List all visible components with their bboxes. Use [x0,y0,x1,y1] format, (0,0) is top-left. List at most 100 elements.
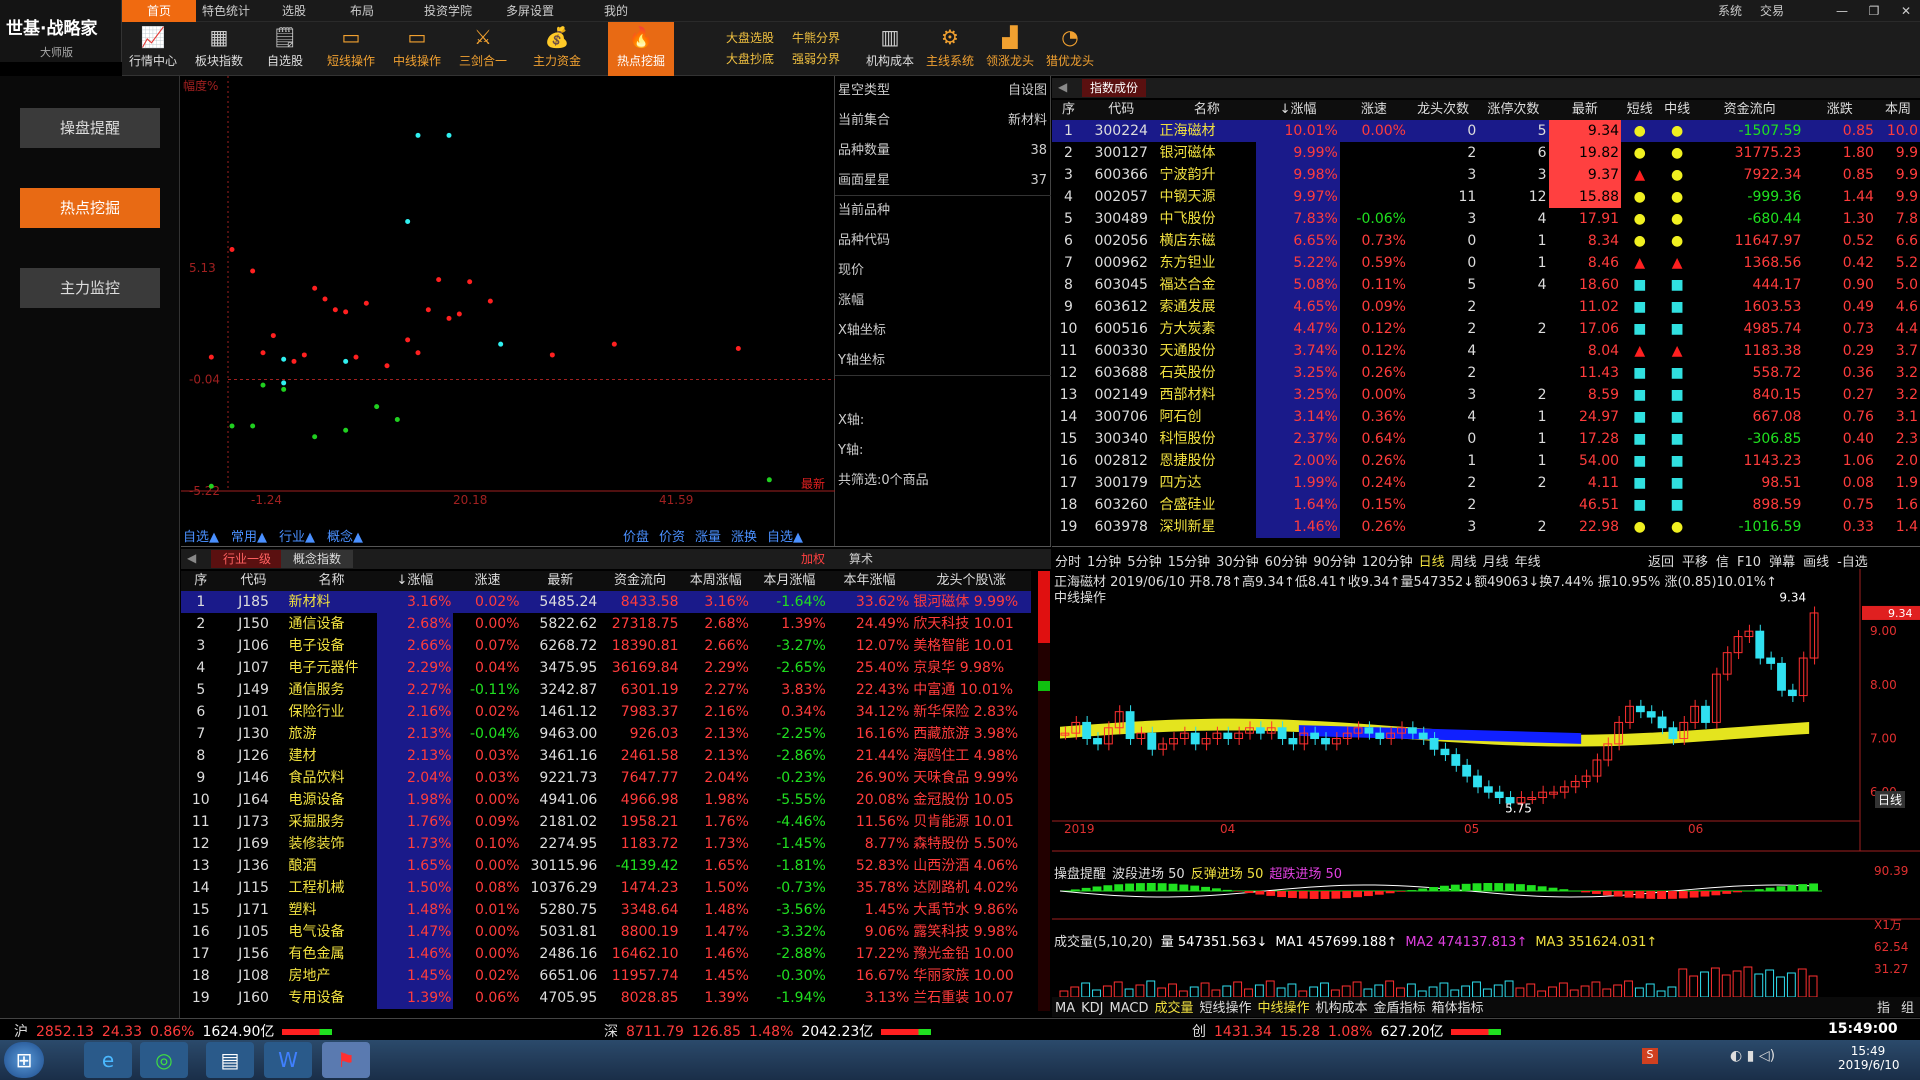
candle-body[interactable] [1722,652,1732,675]
cyan-star-point[interactable] [498,341,504,347]
red-star-point[interactable] [312,285,318,291]
red-star-point[interactable] [467,279,473,285]
indicator-tab[interactable]: MACD [1109,1001,1148,1016]
table-row[interactable]: 5 300489 中飞股份 7.83% -0.06% 3 4 17.91 ● ● -680.44 1.… [1052,208,1920,230]
candle-body[interactable] [1603,743,1613,761]
column-header[interactable]: 资金流向 [599,571,681,591]
red-star-point[interactable] [363,300,369,306]
green-star-point[interactable] [766,477,772,483]
red-star-point[interactable] [405,337,411,343]
table-row[interactable]: 9 J146 食品饮料 2.04% 0.03% 9221.73 7647.77 2.04% -0… [181,767,1031,789]
candle-body[interactable] [1201,738,1211,745]
kline-control-button[interactable]: 弹幕 [1769,555,1795,570]
candle-body[interactable] [1798,657,1808,697]
candle-body[interactable] [1494,791,1504,799]
column-header[interactable]: 中线 [1658,100,1696,120]
menu-item[interactable]: 多屏设置 [480,0,580,22]
red-star-point[interactable] [735,345,741,351]
toolbar-flame-button[interactable]: 🔥 热点挖掘 [608,22,674,76]
column-header[interactable]: ↓涨幅 [1256,100,1340,120]
table-row[interactable]: 15 J171 塑料 1.48% 0.01% 5280.75 3348.64 1.48% -3.… [181,899,1031,921]
kline-control-button[interactable]: 返回 [1648,555,1674,570]
red-star-point[interactable] [436,277,442,283]
column-header[interactable]: 涨速 [1339,100,1408,120]
star-scatter-chart[interactable]: 幅度% 5.13 -0.04 -5.22 -1.24 20.18 41.59 最新 自选▲ 常用▲… [181,76,835,546]
candle-body[interactable] [1375,732,1385,740]
toolbar-extra-button[interactable]: ▥ 机构成本 [862,22,918,76]
period-tab[interactable]: 分时 [1055,555,1081,570]
close-icon[interactable]: ✕ [1892,0,1920,22]
column-header[interactable]: 序 [1052,100,1085,120]
toolbar-monitor-button[interactable]: ▭ 短线操作 [324,22,378,76]
candle-body[interactable] [1429,738,1439,750]
candle-body[interactable] [1777,662,1786,691]
table-row[interactable]: 12 603688 石英股份 3.25% 0.26% 2 11.43 ■ ■ 558.72 0.36… [1052,362,1920,384]
candle-body[interactable] [1255,727,1265,734]
candle-body[interactable] [1190,732,1200,745]
toolbar-swords-button[interactable]: ⚔ 三剑合一 [456,22,510,76]
table-row[interactable]: 8 J126 建材 2.13% 0.03% 3461.16 2461.58 2.13% -2.8… [181,745,1031,767]
indicator-tab[interactable]: 金盾指标 [1374,1001,1426,1016]
table-row[interactable]: 1 J185 新材料 3.16% 0.02% 5485.24 8433.58 3.16% -1.… [181,591,1031,613]
kline-control-button[interactable]: 平移 [1682,555,1708,570]
candle-body[interactable] [1310,732,1320,740]
period-tab[interactable]: 月线 [1483,555,1509,570]
candle-body[interactable] [1364,727,1374,734]
column-header[interactable]: 本周 [1875,100,1920,120]
tray-s-icon[interactable]: S [1642,1048,1658,1064]
column-header[interactable]: 代码 [220,571,287,591]
column-header[interactable]: 本月涨幅 [750,571,828,591]
corner-button[interactable]: 组 [1901,997,1914,1016]
kline-svg[interactable]: 9.008.007.006.009.3420190405069.345.7590… [1052,569,1920,1019]
ie-icon[interactable]: e [84,1042,132,1078]
folder-icon[interactable]: ▤ [206,1042,254,1078]
table-row[interactable]: 13 002149 西部材料 3.25% 0.00% 3 2 8.59 ■ ■ 840.15 0.27… [1052,384,1920,406]
cyan-star-point[interactable] [343,358,349,364]
table-row[interactable]: 11 600330 天通股份 3.74% 0.12% 4 8.04 ▲ ▲ 1183.38 0.29… [1052,340,1920,362]
candle-body[interactable] [1158,743,1168,750]
candle-body[interactable] [1570,780,1580,788]
candle-body[interactable] [1418,732,1428,740]
column-header[interactable]: 涨跌 [1803,100,1876,120]
period-tab[interactable]: 30分钟 [1216,555,1259,570]
red-star-point[interactable] [415,350,421,356]
table-row[interactable]: 14 J115 工程机械 1.50% 0.08% 10376.29 1474.23 1.50%… [181,877,1031,899]
candle-body[interactable] [1451,754,1461,766]
red-star-point[interactable] [260,350,266,356]
table-row[interactable]: 18 J108 房地产 1.45% 0.02% 6651.06 11957.74 1.45% -… [181,965,1031,987]
candle-body[interactable] [1093,738,1102,745]
toolbar-grid-button[interactable]: ▦ 板块指数 [192,22,246,76]
tab-concept-index[interactable]: 概念指数 [281,550,354,568]
column-header[interactable]: 涨速 [453,571,522,591]
table-row[interactable]: 12 J169 装修装饰 1.73% 0.10% 2274.95 1183.72 1.73% -… [181,833,1031,855]
candle-body[interactable] [1440,748,1450,756]
candle-body[interactable] [1701,705,1710,723]
table-row[interactable]: 2 300127 银河磁体 9.99% 2 6 19.82 ● ● 31775.23 1.80 9.9 [1052,142,1920,164]
table-row[interactable]: 14 300706 阿石创 3.14% 0.36% 4 1 24.97 ■ ■ 667.08 0.76… [1052,406,1920,428]
toolbar-money-bag-button[interactable]: 💰 主力资金 [522,22,592,76]
tab-index-components[interactable]: 指数成份 [1082,79,1147,97]
period-tab[interactable]: 90分钟 [1313,555,1356,570]
tab-hotspot-mining[interactable]: 热点挖掘 [20,188,160,228]
table-row[interactable]: 8 603045 福达合金 5.08% 0.11% 5 4 18.60 ■ ■ 444.17 0.90… [1052,274,1920,296]
red-star-point[interactable] [270,333,276,339]
green-star-point[interactable] [281,386,287,392]
red-star-point[interactable] [291,358,297,364]
cyan-star-point[interactable] [446,132,452,138]
toolbar-text-item[interactable]: 大盘抄底 [726,49,774,70]
green-star-point[interactable] [394,417,400,423]
green-star-point[interactable] [343,427,349,433]
column-header[interactable]: 涨停次数 [1478,100,1549,120]
table-row[interactable]: 17 300179 四方达 1.99% 0.24% 2 2 4.11 ■ ■ 98.51 0.08 1.… [1052,472,1920,494]
candle-body[interactable] [1223,732,1233,740]
candle-body[interactable] [1407,727,1417,734]
red-star-point[interactable] [250,268,256,274]
toolbar-monitor-button[interactable]: ▭ 中线操作 [390,22,444,76]
period-tab[interactable]: 1分钟 [1087,555,1121,570]
tab-trading-alert[interactable]: 操盘提醒 [20,108,160,148]
candle-body[interactable] [1277,727,1287,740]
green-star-point[interactable] [260,382,266,388]
candle-body[interactable] [1635,705,1645,713]
menu-trade[interactable]: 交易 [1752,0,1792,22]
column-header[interactable]: 资金流向 [1695,100,1804,120]
